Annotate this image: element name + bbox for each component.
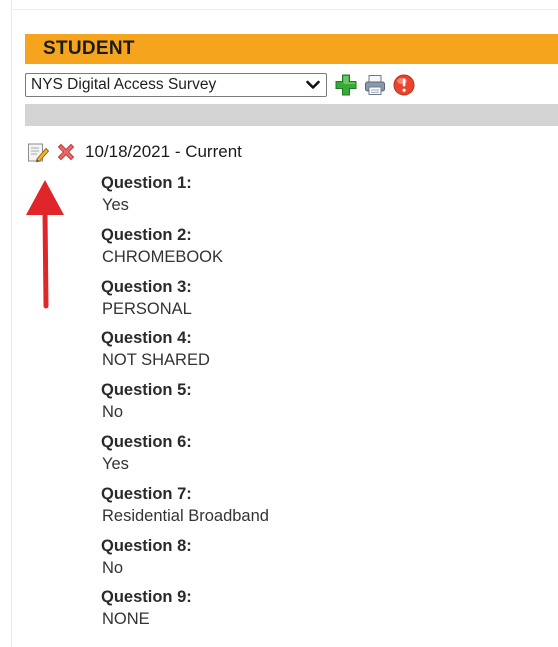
entry-status: Current	[185, 142, 242, 161]
survey-toolbar: NYS Digital Access Survey	[25, 70, 417, 100]
question-item: Question 6: Yes	[101, 432, 481, 484]
question-answer: No	[102, 403, 124, 422]
question-list: Question 1: Yes Question 2: CHROMEBOOK Q…	[101, 173, 481, 639]
question-answer: NONE	[102, 610, 150, 629]
entry-separator: -	[170, 142, 186, 161]
section-header: STUDENT	[25, 34, 558, 64]
chevron-down-icon	[304, 76, 322, 94]
question-item: Question 8: No	[101, 536, 481, 588]
help-icon[interactable]	[391, 72, 417, 98]
question-item: Question 7: Residential Broadband	[101, 484, 481, 536]
question-label: Question 7:	[101, 484, 192, 503]
edit-icon[interactable]	[25, 139, 51, 165]
question-answer: Yes	[102, 196, 129, 214]
question-item: Question 2: CHROMEBOOK	[101, 225, 481, 277]
question-item: Question 9: NONE	[101, 587, 481, 639]
question-label: Question 9:	[101, 588, 192, 607]
survey-select[interactable]: NYS Digital Access Survey	[25, 73, 327, 97]
question-label: Question 2:	[101, 225, 192, 244]
section-title: STUDENT	[43, 38, 135, 59]
panel-top-border	[11, 9, 558, 10]
question-label: Question 5:	[101, 381, 192, 400]
question-answer: Residential Broadband	[102, 506, 269, 525]
printer-icon[interactable]	[362, 72, 388, 98]
question-answer: CHROMEBOOK	[102, 247, 224, 266]
panel-left-border	[11, 0, 12, 647]
question-label: Question 3:	[101, 277, 192, 296]
question-label: Question 8:	[101, 536, 192, 555]
question-answer: No	[102, 558, 124, 577]
question-answer: PERSONAL	[102, 299, 192, 318]
question-item: Question 3: PERSONAL	[101, 277, 481, 329]
question-label: Question 6:	[101, 432, 192, 451]
survey-select-value: NYS Digital Access Survey	[31, 76, 217, 93]
question-item: Question 5: No	[101, 380, 481, 432]
question-answer: NOT SHARED	[102, 351, 210, 370]
delete-icon[interactable]	[53, 139, 79, 165]
add-icon[interactable]	[333, 72, 359, 98]
survey-entry-row: 10/18/2021 - Current	[25, 139, 242, 165]
question-item: Question 4: NOT SHARED	[101, 328, 481, 380]
question-item: Question 1: Yes	[101, 173, 481, 225]
entry-date: 10/18/2021	[85, 142, 171, 161]
question-answer: Yes	[102, 454, 129, 473]
red-arrow-annotation	[26, 180, 64, 309]
question-label: Question 1:	[101, 174, 192, 192]
section-divider-bar	[25, 104, 558, 126]
question-label: Question 4:	[101, 329, 192, 348]
